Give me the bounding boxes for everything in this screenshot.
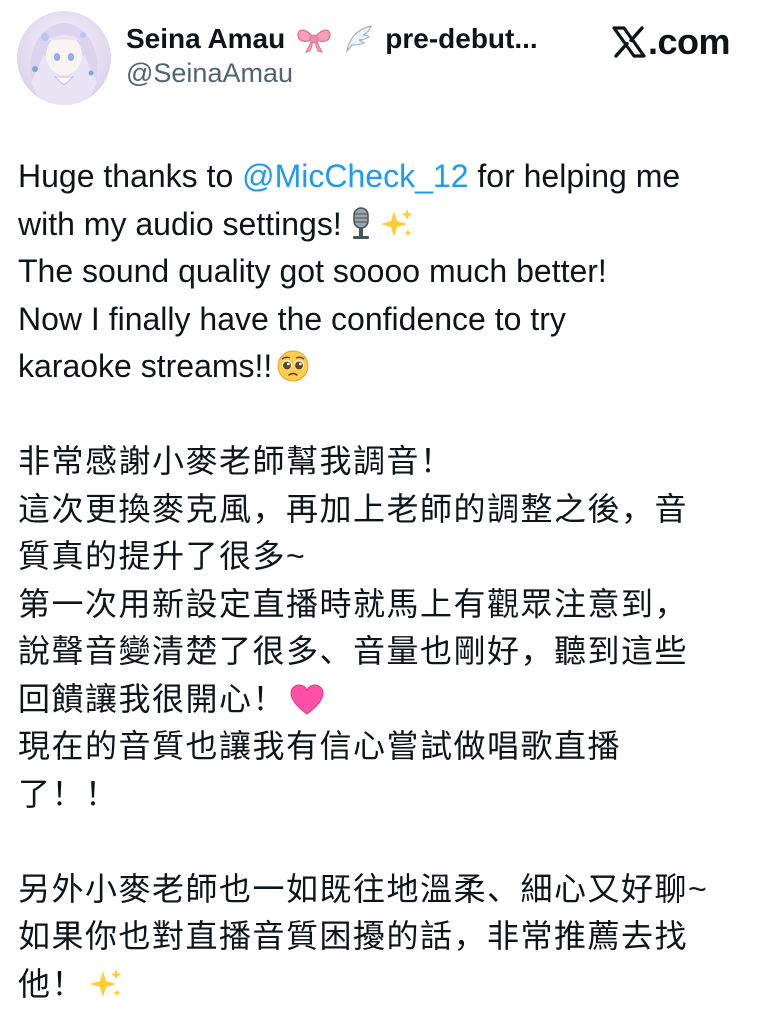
tweet-line: 回饋讓我很開心！: [18, 676, 758, 724]
sparkles-icon: [89, 967, 123, 1015]
tweet-text: Huge thanks to @MicCheck_12 for helping …: [18, 153, 758, 1008]
pink-heart-icon: [290, 682, 324, 730]
tweet-line: 了！！: [18, 775, 119, 812]
display-name: Seina Amau: [126, 23, 286, 54]
tweet-line: Huge thanks to @MicCheck_12 for helping …: [18, 158, 681, 194]
display-name-row[interactable]: Seina Amau pre-debut...: [126, 19, 596, 59]
tweet-line: 這次更換麥克風，再加上老師的調整之後，音: [18, 490, 689, 527]
tweet-line: with my audio settings!: [18, 201, 758, 249]
user-handle[interactable]: @SeinaAmau: [126, 58, 293, 89]
avatar[interactable]: [17, 11, 111, 105]
tweet-line: 質真的提升了很多~: [18, 538, 307, 574]
tweet-line: The sound quality got soooo much better!: [18, 253, 607, 289]
x-brand[interactable]: .com: [612, 20, 731, 64]
tweet-line: Now I finally have the confidence to try: [18, 300, 566, 337]
sparkles-icon: [380, 207, 414, 255]
tweet-line: 第一次用新設定直播時就馬上有觀眾注意到，: [18, 585, 689, 622]
ribbon-icon: [295, 24, 333, 54]
tweet-line: 他！: [18, 961, 758, 1009]
avatar-image: [30, 23, 98, 105]
microphone-icon: [346, 206, 376, 255]
tweet-line: 如果你也對直播音質困擾的話，非常推薦去找: [18, 918, 689, 954]
tweet-line: 現在的音質也讓我有信心嘗試做唱歌直播: [18, 728, 622, 764]
brand-suffix: .com: [648, 21, 731, 62]
tweet-header: Seina Amau pre-debut... @SeinaAmau .com: [0, 0, 768, 110]
wing-icon: [343, 23, 375, 55]
tweet-line: 非常感謝小麥老師幫我調音！: [18, 443, 454, 479]
mention-link[interactable]: @MicCheck_12: [242, 158, 468, 194]
tweet-line: 另外小麥老師也一如既往地溫柔、細心又好聊~: [18, 870, 709, 907]
display-name-suffix: pre-debut...: [385, 23, 538, 54]
tweet-line: karaoke streams!!: [18, 343, 758, 391]
x-logo-icon: [612, 25, 646, 59]
pleading-face-icon: [276, 349, 310, 397]
tweet-line: 說聲音變清楚了很多、音量也剛好，聽到這些: [18, 633, 689, 669]
